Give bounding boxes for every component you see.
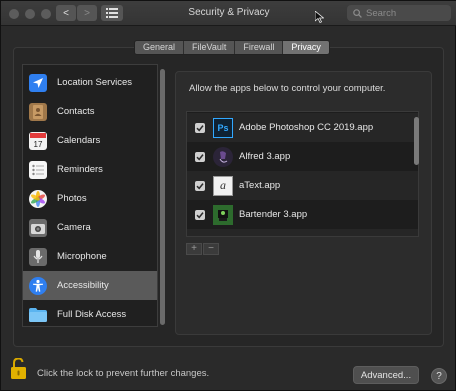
remove-app-button[interactable]: −: [203, 243, 219, 255]
tab-privacy[interactable]: Privacy: [283, 41, 329, 54]
atext-icon: a: [213, 175, 233, 196]
sidebar-item-label: Location Services: [57, 77, 132, 88]
app-name: Bartender 3.app: [239, 209, 308, 220]
app-name: Adobe Photoshop CC 2019.app: [239, 122, 374, 133]
sidebar-item-label: Reminders: [57, 164, 103, 175]
checkmark-icon: [196, 211, 204, 219]
sidebar-item-label: Accessibility: [57, 280, 109, 291]
preferences-window: < > Security & Privacy Search General Fi…: [0, 0, 456, 391]
tab-filevault[interactable]: FileVault: [184, 41, 236, 54]
alfred-hat-icon: [213, 146, 233, 167]
list-item[interactable]: Bartender 3.app: [187, 200, 418, 229]
bartender-icon: [213, 204, 233, 225]
tab-bar: General FileVault Firewall Privacy: [134, 40, 330, 55]
instruction-text: Allow the apps below to control your com…: [189, 83, 386, 94]
search-icon: [353, 8, 362, 18]
sidebar-item-calendars[interactable]: 17 Calendars: [23, 126, 157, 155]
app-checkbox[interactable]: [195, 180, 205, 191]
location-arrow-icon: [29, 73, 47, 92]
photos-flower-icon: [29, 189, 47, 208]
lock-status-text: Click the lock to prevent further change…: [37, 368, 210, 379]
sidebar-item-label: Full Disk Access: [57, 309, 127, 320]
title-bar: < > Security & Privacy Search: [1, 1, 456, 26]
app-checkbox[interactable]: [195, 209, 205, 220]
sidebar-item-camera[interactable]: Camera: [23, 213, 157, 242]
advanced-button[interactable]: Advanced...: [353, 366, 419, 384]
checkmark-icon: [196, 124, 204, 132]
sidebar-item-photos[interactable]: Photos: [23, 184, 157, 213]
microphone-icon: [29, 247, 47, 266]
add-app-button[interactable]: +: [186, 243, 202, 255]
app-name: aText.app: [239, 180, 281, 191]
app-checkbox[interactable]: [195, 122, 205, 133]
checkmark-icon: [196, 153, 204, 161]
list-item[interactable]: Ps Adobe Photoshop CC 2019.app: [187, 113, 418, 142]
sidebar-item-accessibility[interactable]: Accessibility: [23, 271, 157, 300]
calendar-icon: 17: [29, 131, 47, 150]
sidebar-item-contacts[interactable]: Contacts: [23, 97, 157, 126]
sidebar-item-label: Microphone: [57, 251, 107, 262]
sidebar-item-location-services[interactable]: Location Services: [23, 68, 157, 97]
privacy-category-list: Location Services Contacts 17 Calendars …: [22, 64, 158, 327]
sidebar-item-label: Calendars: [57, 135, 101, 146]
mouse-cursor-icon: [315, 11, 324, 23]
accessibility-person-icon: [29, 276, 47, 295]
app-list: Ps Adobe Photoshop CC 2019.app Alfred 3.…: [186, 111, 419, 237]
help-button[interactable]: ?: [431, 368, 447, 384]
list-item[interactable]: Alfred 3.app: [187, 142, 418, 171]
photoshop-icon: Ps: [213, 117, 233, 138]
folder-icon: [29, 306, 47, 324]
sidebar-item-label: Contacts: [57, 106, 95, 117]
tab-firewall[interactable]: Firewall: [235, 41, 284, 54]
search-field[interactable]: Search: [347, 5, 451, 21]
contacts-book-icon: [29, 102, 47, 121]
lock-icon[interactable]: [10, 358, 30, 380]
svg-text:17: 17: [34, 140, 43, 149]
search-placeholder: Search: [366, 7, 397, 19]
app-list-scrollbar[interactable]: [414, 117, 419, 165]
sidebar-item-label: Photos: [57, 193, 87, 204]
app-checkbox[interactable]: [195, 151, 205, 162]
sidebar-item-full-disk-access[interactable]: Full Disk Access: [23, 300, 157, 326]
camera-icon: [29, 218, 47, 237]
app-name: Alfred 3.app: [239, 151, 291, 162]
sidebar-item-reminders[interactable]: Reminders: [23, 155, 157, 184]
sidebar-scrollbar[interactable]: [160, 69, 165, 325]
list-item[interactable]: a aText.app: [187, 171, 418, 200]
checkmark-icon: [196, 182, 204, 190]
sidebar-item-microphone[interactable]: Microphone: [23, 242, 157, 271]
reminders-list-icon: [29, 160, 47, 179]
sidebar-item-label: Camera: [57, 222, 91, 233]
tab-general[interactable]: General: [135, 41, 185, 54]
list-item[interactable]: [187, 229, 418, 236]
